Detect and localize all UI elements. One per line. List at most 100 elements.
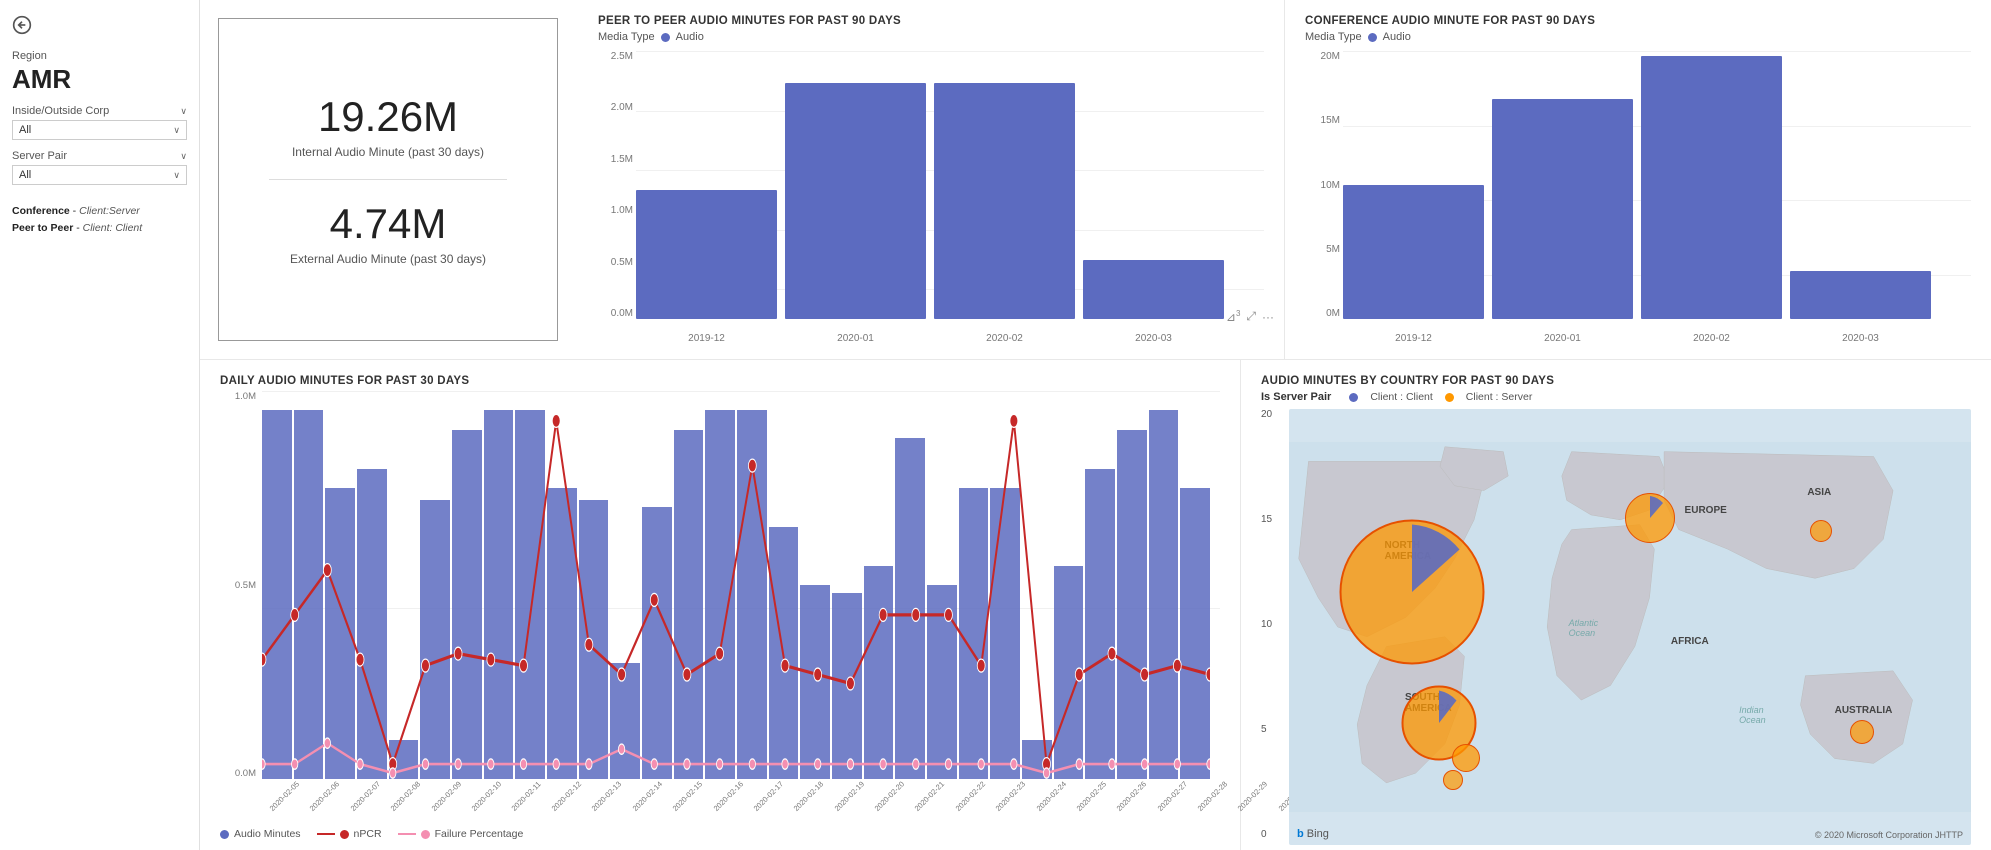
daily-bar <box>357 469 387 779</box>
daily-x-label: 2020-02-08 <box>389 779 422 812</box>
sa-bubble-2 <box>1452 744 1480 772</box>
bar <box>1492 99 1633 319</box>
daily-x-label: 2020-02-25 <box>1075 779 1108 812</box>
daily-x-label: 2020-02-28 <box>1196 779 1229 812</box>
map-copyright: © 2020 Microsoft Corporation JHTTP <box>1815 830 1963 840</box>
conference-chart-legend: Media Type Audio <box>1305 31 1971 43</box>
north-america-pie <box>1339 520 1484 665</box>
dropdown-chevron-icon-2: ∨ <box>173 170 180 181</box>
bottom-row: DAILY AUDIO MINUTES FOR PAST 30 DAYS 1.0… <box>200 360 1991 850</box>
daily-bar <box>579 500 609 779</box>
x-label: 2020-02 <box>934 333 1075 344</box>
client-server-dot <box>1445 393 1454 402</box>
daily-bar <box>1149 410 1179 779</box>
x-label: 2020-03 <box>1790 333 1931 344</box>
conference-legend-dot <box>1368 33 1377 42</box>
server-pair-label: Server Pair ∨ <box>12 150 187 162</box>
daily-x-label: 2020-02-24 <box>1034 779 1067 812</box>
more-icon[interactable]: ··· <box>1262 310 1274 324</box>
chevron-icon-2: ∨ <box>180 151 187 162</box>
expand-icon[interactable]: ⤢ <box>1246 309 1256 324</box>
map-panel: AUDIO MINUTES BY COUNTRY FOR PAST 90 DAY… <box>1241 360 1991 850</box>
p2p-chart-panel: PEER TO PEER AUDIO MINUTES FOR PAST 90 D… <box>578 0 1284 359</box>
daily-bar <box>1054 566 1084 779</box>
daily-bar <box>1117 430 1147 779</box>
bar-group <box>934 51 1075 319</box>
map-legend: Is Server Pair Client : Client Client : … <box>1261 391 1971 403</box>
daily-x-label: 2020-02-17 <box>752 779 785 812</box>
daily-x-label: 2020-02-06 <box>308 779 341 812</box>
p2p-bars <box>636 51 1224 319</box>
bar-group <box>1641 51 1782 319</box>
daily-bar <box>705 410 735 779</box>
kpi-block-internal: 19.26M Internal Audio Minute (past 30 da… <box>239 73 537 179</box>
daily-x-label: 2020-02-14 <box>630 779 663 812</box>
daily-bar <box>325 488 355 779</box>
x-label: 2020-03 <box>1083 333 1224 344</box>
daily-x-label: 2020-02-09 <box>429 779 462 812</box>
sidebar: Region AMR Inside/Outside Corp ∨ All ∨ S… <box>0 0 200 850</box>
map-container: NORTHAMERICA SOUTHAMERICA EUROPE AFRICA … <box>1289 409 1971 845</box>
sidebar-legend: Conference - Client:Server Peer to Peer … <box>12 203 187 237</box>
bar <box>1083 260 1224 319</box>
daily-x-label: 2020-02-12 <box>550 779 583 812</box>
daily-x-label: 2020-02-22 <box>953 779 986 812</box>
australia-bubble <box>1850 720 1874 744</box>
daily-x-label: 2020-02-27 <box>1155 779 1188 812</box>
inside-outside-select[interactable]: All ∨ <box>12 120 187 140</box>
failure-line-icon <box>398 833 416 835</box>
daily-bar <box>959 488 989 779</box>
daily-x-label: 2020-02-16 <box>711 779 744 812</box>
daily-bars <box>262 391 1210 779</box>
audio-minutes-legend: Audio Minutes <box>220 828 301 840</box>
daily-x-label: 2020-02-19 <box>832 779 865 812</box>
daily-chart-title: DAILY AUDIO MINUTES FOR PAST 30 DAYS <box>220 375 1220 387</box>
conference-chart-panel: CONFERENCE AUDIO MINUTE FOR PAST 90 DAYS… <box>1284 0 1991 359</box>
daily-bar <box>547 488 577 779</box>
daily-bar <box>1085 469 1115 779</box>
x-label: 2020-02 <box>1641 333 1782 344</box>
daily-x-label: 2020-02-15 <box>671 779 704 812</box>
bar-group <box>1083 51 1224 319</box>
p2p-legend-dot <box>661 33 670 42</box>
daily-bar <box>1180 488 1210 779</box>
daily-bar <box>420 500 450 779</box>
bar-group <box>636 51 777 319</box>
conference-bars <box>1343 51 1931 319</box>
x-label: 2019-12 <box>1343 333 1484 344</box>
failure-dot <box>421 830 430 839</box>
daily-x-label: 2020-02-11 <box>510 780 543 813</box>
bar <box>1641 56 1782 319</box>
daily-bar <box>864 566 894 779</box>
bar-group <box>1790 51 1931 319</box>
daily-chart-area: 1.0M 0.5M 0.0M 2020-02-052020- <box>220 391 1220 824</box>
daily-x-label: 2020-02-07 <box>348 779 381 812</box>
daily-bar <box>674 430 704 779</box>
daily-bar <box>990 488 1020 779</box>
p2p-chart-icons: ⊿3 ⤢ ··· <box>1226 309 1274 324</box>
daily-bar <box>452 430 482 779</box>
bar <box>785 83 926 319</box>
sa-bubble-3 <box>1443 770 1463 790</box>
daily-bar <box>769 527 799 779</box>
bar <box>1790 271 1931 319</box>
daily-bar <box>1022 740 1052 779</box>
x-label: 2020-01 <box>1492 333 1633 344</box>
daily-x-label: 2020-02-18 <box>792 779 825 812</box>
daily-bar <box>484 410 514 779</box>
p2p-y-axis: 2.5M 2.0M 1.5M 1.0M 0.5M 0.0M <box>598 51 633 319</box>
daily-x-label: 2020-02-13 <box>590 779 623 812</box>
inside-outside-label: Inside/Outside Corp ∨ <box>12 105 187 117</box>
p2p-x-labels: 2019-122020-012020-022020-03 <box>636 333 1224 344</box>
filter-icon[interactable]: ⊿3 <box>1226 309 1241 324</box>
bar-group <box>1343 51 1484 319</box>
daily-bar <box>832 593 862 779</box>
bar <box>1343 185 1484 319</box>
back-button[interactable] <box>12 15 187 35</box>
region-label: Region AMR <box>12 50 187 95</box>
server-pair-select[interactable]: All ∨ <box>12 165 187 185</box>
charts-top: PEER TO PEER AUDIO MINUTES FOR PAST 90 D… <box>578 0 1991 359</box>
bar <box>934 83 1075 319</box>
daily-x-labels: 2020-02-052020-02-062020-02-072020-02-08… <box>262 793 1210 802</box>
bar <box>636 190 777 319</box>
